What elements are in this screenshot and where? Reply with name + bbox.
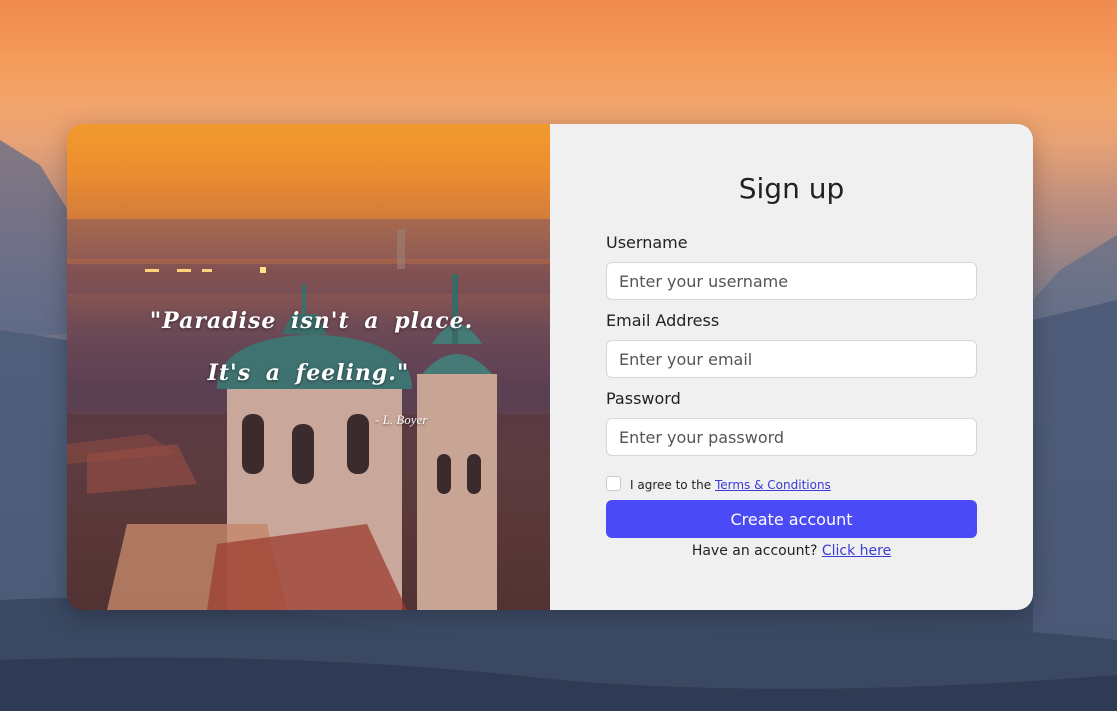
password-label: Password xyxy=(606,389,681,408)
terms-agreement: I agree to the Terms & Conditions xyxy=(630,478,831,492)
email-input[interactable] xyxy=(606,340,977,378)
signup-card: "Paradise isn't a place. It's a feeling.… xyxy=(67,124,1033,610)
have-account-text: Have an account? xyxy=(691,543,818,559)
login-prompt: Have an account? Click here xyxy=(550,543,1033,559)
password-input[interactable] xyxy=(606,418,977,456)
agree-prefix: I agree to the xyxy=(630,478,712,492)
quote-author: - L. Boyer xyxy=(375,412,428,427)
form-title: Sign up xyxy=(738,172,845,205)
city-photo: "Paradise isn't a place. It's a feeling.… xyxy=(67,124,550,610)
email-label: Email Address xyxy=(606,311,720,330)
terms-link[interactable]: Terms & Conditions xyxy=(715,478,831,492)
username-label: Username xyxy=(606,233,688,252)
login-link[interactable]: Click here xyxy=(822,543,891,559)
quote-line-1: "Paradise isn't a place. xyxy=(149,308,474,334)
create-account-button[interactable]: Create account xyxy=(606,500,977,538)
terms-checkbox[interactable] xyxy=(606,476,621,491)
quote-line-2: It's a feeling." xyxy=(207,360,410,386)
username-input[interactable] xyxy=(606,262,977,300)
signup-form: Sign up Username Email Address Password … xyxy=(550,124,1033,610)
